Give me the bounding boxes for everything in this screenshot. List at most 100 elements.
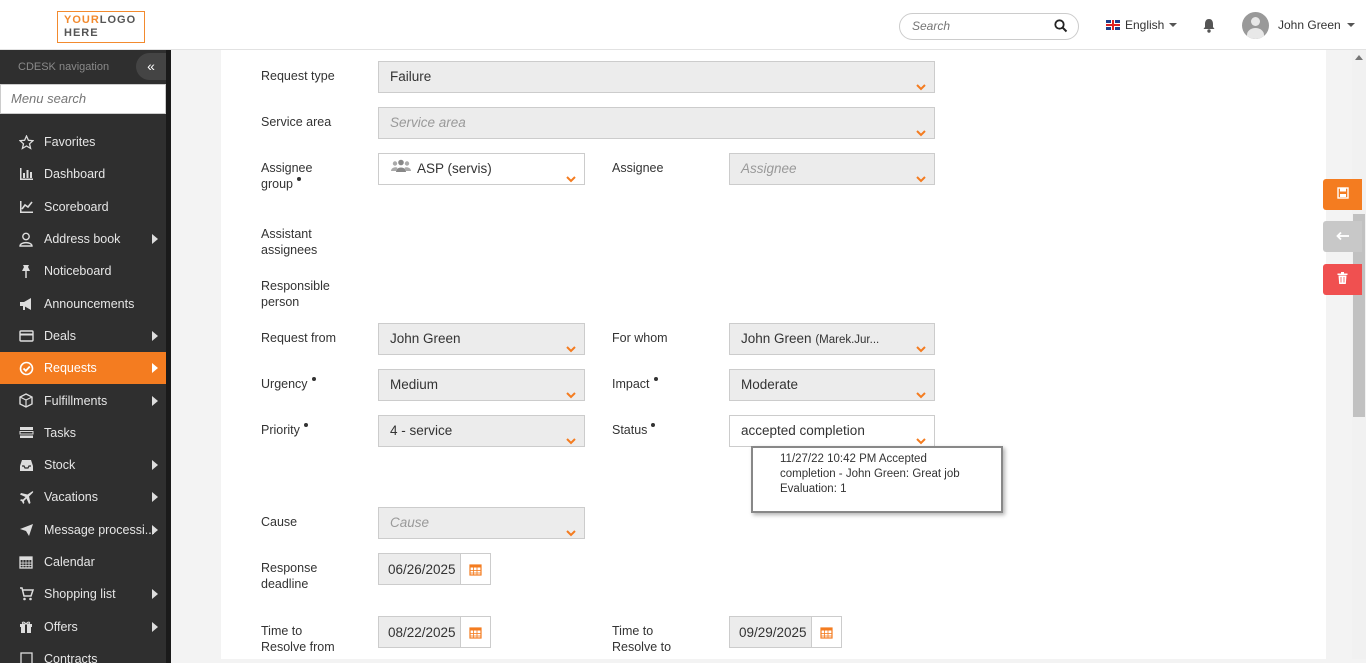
trash-icon <box>1337 272 1348 287</box>
sidebar-item-label: Message processi... <box>44 522 156 537</box>
chevron-right-icon <box>152 460 158 471</box>
sidebar-item-message-processing[interactable]: Message processi... <box>0 514 166 546</box>
user-menu[interactable]: John Green <box>1278 18 1355 32</box>
assignee-group-select[interactable]: ASP (servis) <box>378 153 585 185</box>
sidebar-item-label: Vacations <box>44 490 98 505</box>
sidebar-item-address-book[interactable]: Address book <box>0 223 166 255</box>
impact-select[interactable]: Moderate <box>729 369 935 401</box>
search-icon[interactable] <box>1054 19 1068 36</box>
language-label: English <box>1125 18 1165 32</box>
sidebar-item-shopping-list[interactable]: Shopping list <box>0 578 166 610</box>
chevron-down-icon <box>566 164 576 184</box>
sidebar-item-vacations[interactable]: Vacations <box>0 481 166 513</box>
avatar[interactable] <box>1242 12 1269 39</box>
sidebar-item-scoreboard[interactable]: Scoreboard <box>0 191 166 223</box>
sidebar-item-fulfillments[interactable]: Fulfillments <box>0 384 166 416</box>
tooltip-line: Evaluation: 1 <box>780 483 847 495</box>
gift-icon <box>18 619 34 635</box>
tooltip-line: 11/27/22 10:42 PM Accepted <box>780 453 927 465</box>
sidebar-item-label: Favorites <box>44 135 96 150</box>
for-whom-username: (Marek.Jur... <box>815 334 880 346</box>
response-deadline-date[interactable]: 06/26/2025 <box>378 553 491 585</box>
required-dot <box>653 377 658 381</box>
back-button[interactable] <box>1323 221 1362 252</box>
uk-flag-icon <box>1106 20 1120 30</box>
box-icon <box>18 393 34 409</box>
chevron-right-icon <box>152 395 158 406</box>
chevron-right-icon <box>152 621 158 632</box>
sidebar-menu: Favorites Dashboard Scoreboard Address b… <box>0 126 166 663</box>
sidebar-item-label: Contracts <box>44 651 98 663</box>
impact-value: Moderate <box>741 377 799 392</box>
inbox-icon <box>18 457 34 473</box>
assignee-group-value: ASP (servis) <box>417 161 492 176</box>
search-input[interactable] <box>912 19 1052 33</box>
sidebar-item-tasks[interactable]: Tasks <box>0 417 166 449</box>
status-select[interactable]: accepted completion <box>729 415 935 447</box>
assistant-assignees-label: Assistant assignees <box>261 227 318 257</box>
chevron-right-icon <box>152 589 158 600</box>
request-type-select[interactable]: Failure <box>378 61 935 93</box>
contract-icon <box>18 651 34 663</box>
request-from-select[interactable]: John Green <box>378 323 585 355</box>
sidebar-item-label: Calendar <box>44 555 95 569</box>
logo-text-logo: LOGO <box>99 14 137 26</box>
urgency-label: Urgency <box>261 376 316 392</box>
sidebar-item-label: Scoreboard <box>44 199 109 214</box>
check-circle-icon <box>18 360 34 376</box>
pushpin-icon <box>18 263 34 279</box>
sidebar-item-noticeboard[interactable]: Noticeboard <box>0 255 166 287</box>
time-to-resolve-from-date[interactable]: 08/22/2025 <box>378 616 491 648</box>
delete-button[interactable] <box>1323 264 1362 295</box>
time-to-resolve-to-date[interactable]: 09/29/2025 <box>729 616 842 648</box>
cause-select[interactable]: Cause <box>378 507 585 539</box>
service-area-select[interactable]: Service area <box>378 107 935 139</box>
language-selector[interactable]: English <box>1106 18 1178 32</box>
page-scrollbar[interactable] <box>1352 50 1366 659</box>
bell-icon[interactable] <box>1202 18 1216 36</box>
save-icon <box>1336 187 1349 202</box>
sidebar-item-label: Deals <box>44 328 76 343</box>
time-to-resolve-from-value: 08/22/2025 <box>388 625 456 640</box>
scroll-up-arrow-icon[interactable] <box>1355 55 1363 60</box>
tooltip-line: completion - John Green: Great job <box>780 468 960 480</box>
sidebar-item-favorites[interactable]: Favorites <box>0 126 166 158</box>
user-name: John Green <box>1278 18 1341 32</box>
calendar-icon[interactable] <box>460 554 490 584</box>
menu-search-input[interactable] <box>0 84 166 114</box>
chevron-down-icon <box>1346 23 1355 27</box>
urgency-select[interactable]: Medium <box>378 369 585 401</box>
sidebar: CDESK navigation « Favorites Dashboard S… <box>0 50 166 663</box>
paper-plane-icon <box>18 522 34 538</box>
service-area-placeholder: Service area <box>390 115 466 130</box>
sidebar-item-announcements[interactable]: Announcements <box>0 287 166 319</box>
sidebar-item-requests[interactable]: Requests <box>0 352 166 385</box>
time-to-resolve-from-label: Time to Resolve from <box>261 624 335 654</box>
calendar-icon[interactable] <box>460 617 490 647</box>
required-dot <box>296 177 301 181</box>
sidebar-item-offers[interactable]: Offers <box>0 610 166 642</box>
request-type-label: Request type <box>261 69 335 83</box>
priority-value: 4 - service <box>390 423 453 438</box>
priority-select[interactable]: 4 - service <box>378 415 585 447</box>
star-icon <box>18 134 34 150</box>
save-button[interactable] <box>1323 179 1362 210</box>
sidebar-item-stock[interactable]: Stock <box>0 449 166 481</box>
for-whom-select[interactable]: John Green (Marek.Jur... <box>729 323 935 355</box>
response-deadline-label: Response deadline <box>261 561 318 591</box>
collapse-sidebar-button[interactable]: « <box>136 53 166 80</box>
assignee-select[interactable]: Assignee <box>729 153 935 185</box>
responsible-person-label: Responsible person <box>261 279 330 309</box>
company-logo[interactable]: YOURLOGO HERE <box>57 11 145 43</box>
calendar-icon[interactable] <box>811 617 841 647</box>
request-type-value: Failure <box>390 69 432 84</box>
sidebar-item-dashboard[interactable]: Dashboard <box>0 158 166 190</box>
sidebar-item-calendar[interactable]: Calendar <box>0 546 166 578</box>
request-form: Request type Failure Service area Servic… <box>221 50 1326 659</box>
sidebar-item-deals[interactable]: Deals <box>0 320 166 352</box>
time-to-resolve-to-value: 09/29/2025 <box>739 625 807 640</box>
sidebar-item-label: Noticeboard <box>44 264 112 279</box>
chevron-down-icon <box>566 380 576 400</box>
sidebar-item-contracts[interactable]: Contracts <box>0 643 166 663</box>
global-search <box>899 13 1079 40</box>
